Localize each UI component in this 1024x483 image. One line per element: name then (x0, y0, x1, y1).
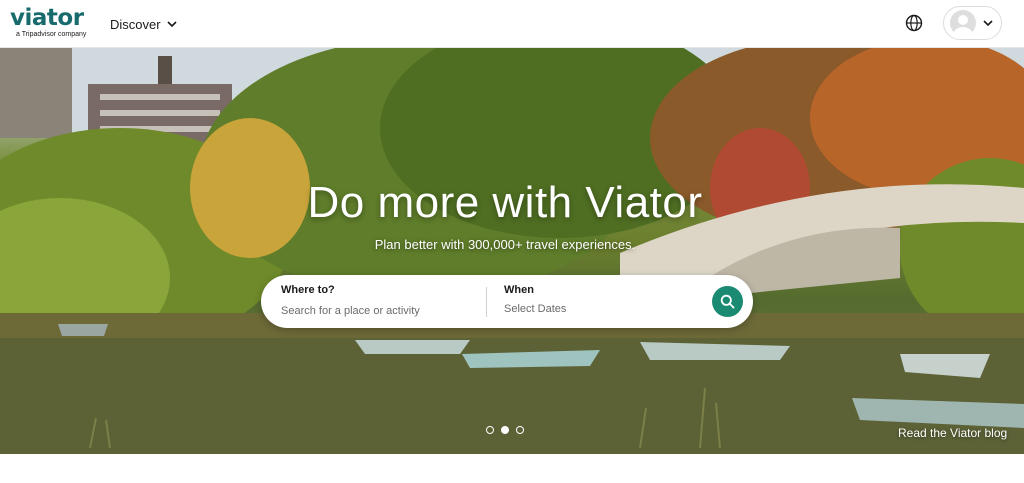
carousel-dot[interactable] (486, 426, 494, 434)
date-picker-input[interactable]: Select Dates (504, 303, 684, 315)
viator-logo[interactable]: viator a Tripadvisor company (10, 5, 90, 40)
where-to-field[interactable]: Where to? Search for a place or activity (281, 284, 481, 320)
search-button[interactable] (712, 286, 743, 317)
carousel-dot[interactable] (516, 426, 524, 434)
read-blog-link[interactable]: Read the Viator blog (898, 426, 1007, 440)
hero-subtitle: Plan better with 300,000+ travel experie… (374, 237, 636, 252)
chevron-down-icon (983, 19, 993, 26)
hero-banner: Do more with Viator Plan better with 300… (0, 48, 1024, 454)
when-field[interactable]: When Select Dates (504, 284, 684, 320)
top-header: viator a Tripadvisor company Discover (0, 0, 1024, 48)
profile-menu-button[interactable] (943, 6, 1002, 40)
when-label: When (504, 284, 534, 296)
search-divider (486, 287, 487, 317)
logo-tagline: a Tripadvisor company (16, 31, 87, 38)
hero-title: Do more with Viator (307, 178, 703, 227)
carousel-dot-active[interactable] (501, 426, 509, 434)
discover-menu[interactable]: Discover (110, 15, 177, 33)
where-to-label: Where to? (281, 284, 335, 296)
chevron-down-icon (167, 20, 177, 27)
search-bar: Where to? Search for a place or activity… (261, 275, 753, 328)
carousel-indicators (486, 426, 524, 434)
where-to-input[interactable]: Search for a place or activity (281, 305, 481, 317)
user-avatar-icon (950, 10, 976, 36)
search-icon (720, 294, 735, 309)
globe-icon[interactable] (904, 13, 924, 33)
discover-label: Discover (110, 16, 161, 32)
logo-wordmark: viator (10, 5, 84, 31)
